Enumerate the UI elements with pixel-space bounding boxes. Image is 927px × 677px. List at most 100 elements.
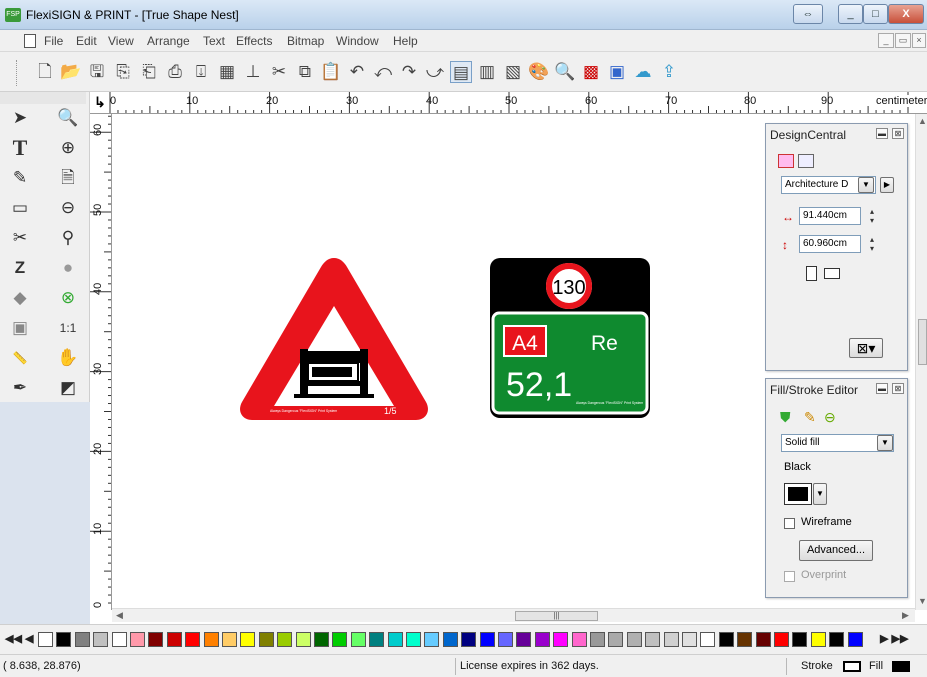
- zoom-actual-icon[interactable]: 1:1: [56, 316, 80, 340]
- redo-all-icon[interactable]: ⤻: [424, 61, 446, 83]
- page-width-field[interactable]: 91.440cm: [799, 207, 861, 225]
- panel-minimize-button[interactable]: ▬: [876, 383, 888, 394]
- fill-bucket-icon[interactable]: ⛊: [780, 409, 791, 426]
- effects-icon[interactable]: ⊖: [824, 409, 836, 426]
- eyedropper-icon[interactable]: ✒: [8, 376, 32, 400]
- vertical-scrollbar[interactable]: ▲ ▼: [915, 114, 927, 610]
- color-zoom-icon[interactable]: 🔍: [554, 61, 576, 83]
- scroll-right-icon[interactable]: ▶: [902, 610, 909, 621]
- preset-dropdown-icon[interactable]: ▼: [858, 177, 874, 193]
- cloud-icon[interactable]: ☁: [632, 61, 654, 83]
- color-swatch[interactable]: [258, 632, 274, 647]
- document-icon[interactable]: [24, 34, 36, 48]
- palette-prev-icon[interactable]: ◀◀ ◀: [5, 632, 33, 645]
- menu-text[interactable]: Text: [203, 34, 225, 48]
- color-swatch[interactable]: [810, 632, 826, 647]
- menu-effects[interactable]: Effects: [236, 34, 272, 48]
- import-icon[interactable]: ⎘: [112, 61, 134, 83]
- color-swatch[interactable]: [755, 632, 771, 647]
- menu-help[interactable]: Help: [393, 34, 418, 48]
- zoom-fit-icon[interactable]: ⊗: [56, 286, 80, 310]
- panel-minimize-button[interactable]: ▬: [876, 128, 888, 139]
- portrait-icon[interactable]: [806, 266, 817, 281]
- color-swatch[interactable]: [38, 632, 53, 647]
- open-icon[interactable]: 📂: [60, 61, 82, 83]
- color-swatch[interactable]: [590, 632, 605, 647]
- mdi-restore-button[interactable]: ▭: [895, 33, 911, 48]
- color-swatch[interactable]: [663, 632, 679, 647]
- palette-next-icon[interactable]: ▶ ▶▶: [880, 632, 908, 645]
- color-swatch[interactable]: [516, 632, 532, 647]
- color-swatch[interactable]: [332, 632, 348, 647]
- vertical-scroll-thumb[interactable]: [918, 319, 927, 365]
- color-swatch[interactable]: [847, 632, 863, 647]
- height-spinner[interactable]: ▴ ▾: [866, 235, 878, 253]
- overprint-checkbox[interactable]: [784, 571, 795, 582]
- frame-tool-icon[interactable]: ▣: [8, 316, 32, 340]
- color-swatch[interactable]: [571, 632, 587, 647]
- color-swatch[interactable]: [829, 632, 845, 647]
- zoom-out-icon[interactable]: ⊖: [56, 196, 80, 220]
- stamp-icon[interactable]: ⊥: [242, 61, 264, 83]
- color-swatch[interactable]: [553, 632, 569, 647]
- color-swatch[interactable]: [387, 632, 403, 647]
- fill-color-swatch[interactable]: [784, 483, 812, 505]
- zoom-page-icon[interactable]: 🗎: [56, 166, 80, 190]
- panel-close-button[interactable]: ⊠: [892, 383, 904, 394]
- color-swatch[interactable]: [74, 632, 90, 647]
- zoom-all-icon[interactable]: ⚲: [56, 226, 80, 250]
- fill-stroke-tool-icon[interactable]: ◩: [56, 376, 80, 400]
- rectangle-tool-icon[interactable]: ▭: [8, 196, 32, 220]
- print-icon[interactable]: ⎙: [164, 61, 186, 83]
- color-swatch[interactable]: [314, 632, 329, 647]
- color-swatch[interactable]: [185, 632, 201, 647]
- plot-icon[interactable]: ⍗: [190, 61, 212, 83]
- color-swatch[interactable]: [406, 632, 421, 647]
- scroll-up-icon[interactable]: ▲: [918, 116, 927, 126]
- fill-type-dropdown-icon[interactable]: ▼: [877, 435, 893, 451]
- horizontal-scrollbar[interactable]: ◀ ||| ▶: [112, 608, 915, 622]
- color-swatch[interactable]: [295, 632, 311, 647]
- knife-tool-icon[interactable]: ✂: [8, 226, 32, 250]
- maximize-button[interactable]: □: [863, 4, 888, 24]
- scroll-left-icon[interactable]: ◀: [116, 610, 123, 621]
- panel-close-button[interactable]: ⊠: [892, 128, 904, 139]
- zoom-previous-icon[interactable]: 🔍: [56, 106, 80, 130]
- toolbar-grip[interactable]: [16, 60, 19, 86]
- color-swatch[interactable]: [479, 632, 495, 647]
- color-swatch[interactable]: [626, 632, 642, 647]
- landscape-icon[interactable]: [824, 268, 840, 279]
- warning-sign[interactable]: Always Dangerous "FlexiSIGN" Print Syste…: [236, 254, 432, 424]
- stroke-preview[interactable]: [843, 661, 861, 672]
- select-arrow-icon[interactable]: ➤: [8, 106, 32, 130]
- road-sign[interactable]: 130 A4 Re 52,1 Always Dangerous "FlexiSI…: [490, 258, 650, 418]
- menu-view[interactable]: View: [108, 34, 134, 48]
- export-icon[interactable]: ⎗: [138, 61, 160, 83]
- minimize-button[interactable]: _: [838, 4, 863, 24]
- color-swatch[interactable]: [700, 632, 716, 647]
- ruler-origin-icon[interactable]: ↳: [94, 94, 106, 111]
- mdi-close-button[interactable]: ×: [912, 33, 926, 48]
- color-swatch[interactable]: [461, 632, 477, 647]
- ruler-tool-icon[interactable]: 📏: [8, 346, 32, 370]
- shape-edit-icon[interactable]: ✎: [8, 166, 32, 190]
- nest-icon[interactable]: ▤: [450, 61, 472, 83]
- mdi-minimize-button[interactable]: _: [878, 33, 894, 48]
- close-button[interactable]: X: [888, 4, 924, 24]
- color-swatch[interactable]: [424, 632, 440, 647]
- color-swatch[interactable]: [774, 632, 789, 647]
- color-swatch[interactable]: [608, 632, 624, 647]
- color-swatch[interactable]: [792, 632, 808, 647]
- cloud-upload-icon[interactable]: ⇪: [658, 61, 680, 83]
- color-swatch[interactable]: [111, 632, 127, 647]
- menu-edit[interactable]: Edit: [76, 34, 97, 48]
- menu-file[interactable]: File: [44, 34, 63, 48]
- scroll-down-icon[interactable]: ▼: [918, 596, 927, 606]
- zigzag-tool-icon[interactable]: Z: [8, 256, 32, 280]
- color-swatch[interactable]: [203, 632, 219, 647]
- horizontal-scroll-thumb[interactable]: |||: [515, 611, 598, 621]
- color-swatch[interactable]: [498, 632, 513, 647]
- save-icon[interactable]: 🖫: [86, 61, 108, 83]
- color-swatch[interactable]: [718, 632, 734, 647]
- page-height-field[interactable]: 60.960cm: [799, 235, 861, 253]
